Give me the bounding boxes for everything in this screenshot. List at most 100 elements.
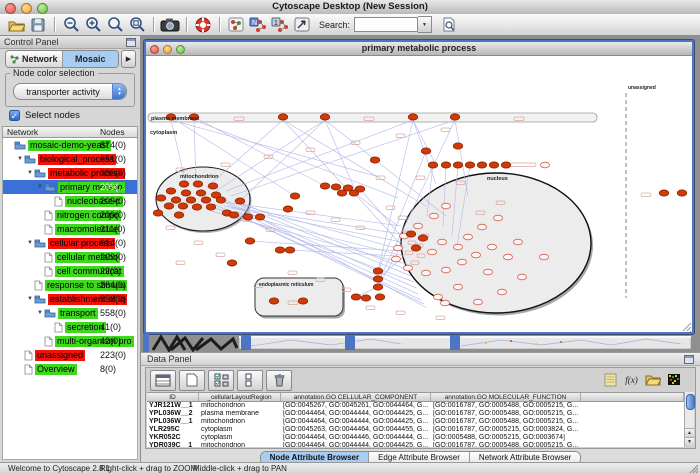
tree-row[interactable]: nitrogen compo209(0) [3,208,137,222]
network-node[interactable] [428,249,437,255]
network-node[interactable] [243,214,253,220]
matrix-view-button[interactable] [664,371,683,388]
open-session-button[interactable] [5,15,27,35]
node-color-dropdown[interactable]: transporter activity ▲▼ [13,83,127,100]
table-column-header[interactable]: annotation.GO CELLULAR_COMPONENT [281,393,431,401]
network-node[interactable] [441,162,451,168]
network-node[interactable] [394,245,403,251]
modify-network-button[interactable]: N [247,15,269,35]
network-node[interactable] [179,181,189,187]
dropdown-stepper[interactable]: ▲▼ [112,84,126,99]
network-node[interactable] [418,235,428,241]
select-attributes-button[interactable] [208,370,234,391]
network-node[interactable] [494,215,503,221]
network-node[interactable] [255,214,265,220]
import-attributes-button[interactable] [643,371,662,388]
network-node[interactable] [504,254,513,260]
network-node[interactable] [408,114,418,120]
network-node[interactable] [174,212,184,218]
zoom-in-button[interactable] [82,15,104,35]
network-node[interactable] [421,148,431,154]
attribute-table-header[interactable]: ID_cellularLayoutRegionannotation.GO CEL… [147,392,684,402]
network-node[interactable] [290,193,300,199]
network-node[interactable] [501,162,511,168]
expand-arrow-icon[interactable]: ▼ [26,296,34,302]
table-column-header[interactable]: _cellularLayoutRegion [199,393,281,401]
network-node[interactable] [540,254,549,260]
search-dropdown-button[interactable]: ▼ [418,16,432,33]
network-node[interactable] [465,162,475,168]
network-node[interactable] [235,198,245,204]
notepad-button[interactable] [601,371,620,388]
network-node[interactable] [422,270,431,276]
network-canvas[interactable]: plasma membranecytoplasmmitochondrionnuc… [146,56,692,332]
select-nodes-option[interactable]: ✓ Select nodes [9,110,80,121]
table-scrollbar[interactable]: ▲ ▼ [684,392,694,447]
table-row[interactable]: YDR039C__1mitochondrion[GO:0044464, GO:0… [147,442,684,447]
network-node[interactable] [442,267,451,273]
network-node[interactable] [472,252,481,258]
snapshot-button[interactable] [159,15,181,35]
table-row[interactable]: YPL036W__1mitochondrion[GO:0044464, GO:0… [147,418,684,426]
network-node[interactable] [156,195,166,201]
scrollbar-thumb[interactable] [686,394,695,410]
network-node[interactable] [166,188,176,194]
table-row[interactable]: YKR052Ccytoplasm[GO:0044464, GO:0044446,… [147,434,684,442]
network-node[interactable] [275,247,285,253]
network-node[interactable] [171,197,181,203]
network-node[interactable] [192,204,202,210]
annotation-button[interactable] [225,15,247,35]
table-column-header[interactable]: annotation.GO MOLECULAR_FUNCTION [431,393,581,401]
network-node[interactable] [269,298,279,304]
network-graph[interactable]: plasma membranecytoplasmmitochondrionnuc… [146,56,692,332]
network-node[interactable] [514,239,523,245]
network-node[interactable] [518,274,527,280]
attribute-table-button[interactable] [150,370,176,391]
network-node[interactable] [349,190,359,196]
network-node[interactable] [441,300,450,306]
network-node[interactable] [458,259,467,265]
network-node[interactable] [442,203,451,209]
network-node[interactable] [186,197,196,203]
network-node[interactable] [320,183,330,189]
network-node[interactable] [430,213,439,219]
select-nodes-checkbox[interactable]: ✓ [9,110,20,121]
network-node[interactable] [193,181,203,187]
save-session-button[interactable] [27,15,49,35]
network-node[interactable] [153,210,163,216]
network-node[interactable] [245,238,255,244]
network-node[interactable] [498,289,507,295]
network-node[interactable] [406,231,416,237]
network-node[interactable] [454,244,463,250]
network-node[interactable] [373,268,383,274]
tree-row[interactable]: mosaic-demo-yeast874(0) [3,138,137,152]
network-node[interactable] [370,157,380,163]
network-node[interactable] [477,162,487,168]
network-node[interactable] [414,223,423,229]
network-node[interactable] [298,298,308,304]
network-node[interactable] [208,183,218,189]
expand-arrow-icon[interactable]: ▼ [26,170,34,176]
expand-arrow-icon[interactable]: ▼ [36,184,44,190]
advanced-search-button[interactable] [438,15,460,35]
network-node[interactable] [464,234,473,240]
network-node[interactable] [373,284,383,290]
network-node[interactable] [659,190,669,196]
network-node[interactable] [373,276,383,282]
network-node[interactable] [320,114,330,120]
zoom-selected-button[interactable] [104,15,126,35]
network-node[interactable] [677,190,687,196]
tree-row[interactable]: ▼cellular process614(0) [3,236,137,250]
new-attribute-button[interactable] [179,370,205,391]
tree-row[interactable]: cellular metabo209(0) [3,250,137,264]
network-node[interactable] [361,295,371,301]
tree-row[interactable]: secretion41(0) [3,320,137,334]
network-node[interactable] [178,203,188,209]
tree-row[interactable]: ▼primary metabo209(... [3,180,137,194]
destroy-network-button[interactable]: 1 [269,15,291,35]
unselect-attributes-button[interactable] [237,370,263,391]
network-node[interactable] [474,299,483,305]
tree-row[interactable]: unassigned223(0) [3,348,137,362]
expand-arrow-icon[interactable]: ▼ [26,240,34,246]
scroll-down-button[interactable]: ▼ [685,437,694,447]
